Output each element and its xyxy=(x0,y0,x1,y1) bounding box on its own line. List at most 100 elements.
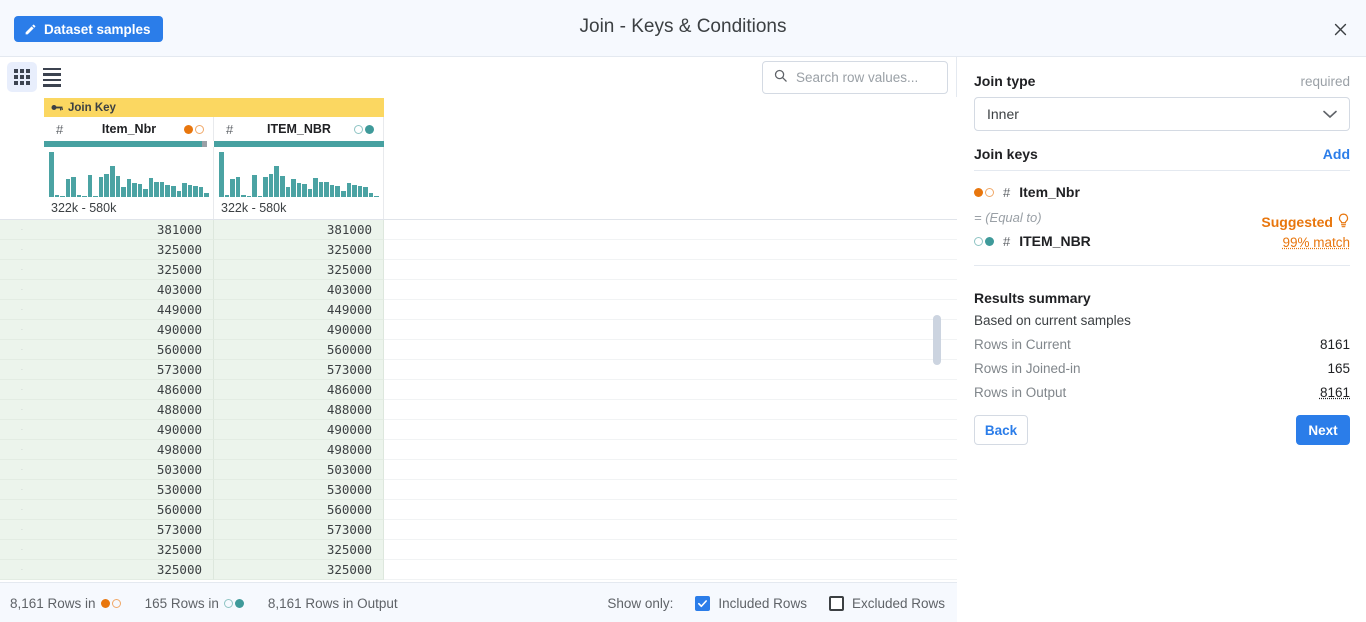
join-type-select[interactable]: Inner xyxy=(974,97,1350,131)
match-percentage[interactable]: 99% match xyxy=(1190,235,1350,250)
table-cell[interactable]: 486000 xyxy=(214,380,384,400)
results-row-value[interactable]: 8161 xyxy=(1320,385,1350,400)
table-cell[interactable]: 488000 xyxy=(44,400,214,420)
table-row[interactable]: ·503000503000 xyxy=(0,460,957,480)
table-cell[interactable]: 325000 xyxy=(214,240,384,260)
table-cell[interactable]: 490000 xyxy=(44,420,214,440)
histogram-bar xyxy=(269,174,274,197)
table-cell[interactable]: 503000 xyxy=(214,460,384,480)
table-row[interactable]: ·325000325000 xyxy=(0,240,957,260)
table-cell[interactable]: 325000 xyxy=(44,560,214,580)
row-empty-area xyxy=(384,220,957,240)
table-cell[interactable]: 490000 xyxy=(214,320,384,340)
table-row[interactable]: ·325000325000 xyxy=(0,540,957,560)
list-view-icon[interactable] xyxy=(37,62,67,92)
column-headers: # Item_Nbr # ITEM_NBR xyxy=(44,117,384,141)
table-cell[interactable]: 560000 xyxy=(214,340,384,360)
table-cell[interactable]: 490000 xyxy=(44,320,214,340)
table-row[interactable]: ·325000325000 xyxy=(0,560,957,580)
column-header-item-nbr[interactable]: # Item_Nbr xyxy=(44,117,214,141)
column-header-item-nbr-upper[interactable]: # ITEM_NBR xyxy=(214,117,384,141)
table-cell[interactable]: 560000 xyxy=(44,500,214,520)
table-row[interactable]: ·325000325000 xyxy=(0,260,957,280)
table-cell[interactable]: 573000 xyxy=(214,520,384,540)
histogram-bar xyxy=(335,186,340,197)
checkbox-checked-icon xyxy=(695,596,710,611)
status-bar-filler xyxy=(957,582,1366,622)
cell-value: 503000 xyxy=(157,462,202,477)
table-row[interactable]: ·403000403000 xyxy=(0,280,957,300)
table-cell[interactable]: 325000 xyxy=(44,240,214,260)
table-cell[interactable]: 381000 xyxy=(44,220,214,240)
table-row[interactable]: ·486000486000 xyxy=(0,380,957,400)
table-cell[interactable]: 498000 xyxy=(214,440,384,460)
vertical-scrollbar[interactable] xyxy=(941,219,949,582)
histogram-bar xyxy=(188,185,193,197)
add-join-key-button[interactable]: Add xyxy=(1323,146,1350,162)
table-cell[interactable]: 449000 xyxy=(44,300,214,320)
histogram-bar xyxy=(104,174,109,197)
table-cell[interactable]: 573000 xyxy=(44,360,214,380)
table-row[interactable]: ·488000488000 xyxy=(0,400,957,420)
results-row: Rows in Joined-in165 xyxy=(974,361,1350,376)
histogram-bar xyxy=(66,179,71,197)
table-row[interactable]: ·530000530000 xyxy=(0,480,957,500)
status-bar: 8,161 Rows in 165 Rows in 8,161 Rows in … xyxy=(0,582,957,622)
table-cell[interactable]: 403000 xyxy=(44,280,214,300)
included-rows-checkbox[interactable]: Included Rows xyxy=(695,596,807,611)
source-dots xyxy=(224,599,244,608)
histogram-bar xyxy=(286,187,291,197)
back-button[interactable]: Back xyxy=(974,415,1028,445)
table-row[interactable]: ·560000560000 xyxy=(0,500,957,520)
table-cell[interactable]: 325000 xyxy=(214,260,384,280)
table-cell[interactable]: 381000 xyxy=(214,220,384,240)
table-cell[interactable]: 325000 xyxy=(44,260,214,280)
next-button[interactable]: Next xyxy=(1296,415,1350,445)
source-dots xyxy=(974,237,994,246)
histogram-bar xyxy=(291,179,296,197)
join-key-right-name: ITEM_NBR xyxy=(1019,233,1091,249)
table-cell[interactable]: 449000 xyxy=(214,300,384,320)
close-icon[interactable] xyxy=(1328,17,1352,41)
table-cell[interactable]: 403000 xyxy=(214,280,384,300)
table-cell[interactable]: 486000 xyxy=(44,380,214,400)
table-cell[interactable]: 488000 xyxy=(214,400,384,420)
table-cell[interactable]: 560000 xyxy=(214,500,384,520)
cell-value: 503000 xyxy=(327,462,372,477)
table-row[interactable]: ·449000449000 xyxy=(0,300,957,320)
row-empty-area xyxy=(384,280,957,300)
cell-value: 530000 xyxy=(327,482,372,497)
table-cell[interactable]: 325000 xyxy=(44,540,214,560)
grid-view-icon[interactable] xyxy=(7,62,37,92)
table-cell[interactable]: 490000 xyxy=(214,420,384,440)
vertical-scrollbar-thumb[interactable] xyxy=(933,315,941,365)
table-cell[interactable]: 573000 xyxy=(214,360,384,380)
histogram-bar xyxy=(236,177,241,197)
search-input[interactable]: Search row values... xyxy=(762,61,948,94)
table-row[interactable]: ·560000560000 xyxy=(0,340,957,360)
table-row[interactable]: ·498000498000 xyxy=(0,440,957,460)
table-cell[interactable]: 530000 xyxy=(214,480,384,500)
table-row[interactable]: ·490000490000 xyxy=(0,320,957,340)
table-cell[interactable]: 503000 xyxy=(44,460,214,480)
table-row[interactable]: ·381000381000 xyxy=(0,220,957,240)
histogram-bar xyxy=(182,183,187,197)
cell-value: 449000 xyxy=(157,302,202,317)
table-row[interactable]: ·490000490000 xyxy=(0,420,957,440)
join-key-left[interactable]: # Item_Nbr xyxy=(974,184,1350,200)
cell-value: 490000 xyxy=(327,422,372,437)
table-cell[interactable]: 530000 xyxy=(44,480,214,500)
table-cell[interactable]: 325000 xyxy=(214,560,384,580)
table-cell[interactable]: 498000 xyxy=(44,440,214,460)
table-cell[interactable]: 573000 xyxy=(44,520,214,540)
table-row[interactable]: ·573000573000 xyxy=(0,360,957,380)
join-key-right[interactable]: # ITEM_NBR xyxy=(974,233,1091,249)
excluded-rows-checkbox[interactable]: Excluded Rows xyxy=(829,596,945,611)
results-row: Rows in Current8161 xyxy=(974,337,1350,352)
table-cell[interactable]: 325000 xyxy=(214,540,384,560)
table-cell[interactable]: 560000 xyxy=(44,340,214,360)
row-number: · xyxy=(0,280,44,300)
table-row[interactable]: ·573000573000 xyxy=(0,520,957,540)
results-summary-subtitle: Based on current samples xyxy=(974,313,1350,328)
histogram-bar xyxy=(127,179,132,197)
